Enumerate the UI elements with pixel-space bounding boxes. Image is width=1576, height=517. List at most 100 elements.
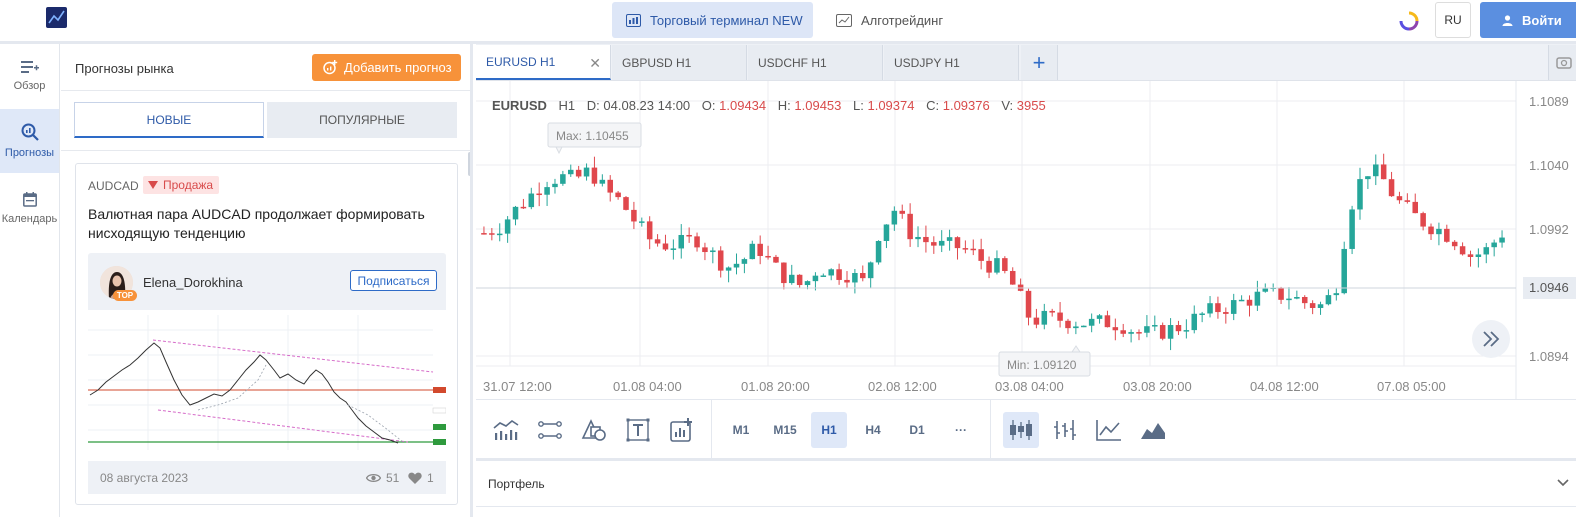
loading-spinner-icon: [1398, 10, 1420, 32]
candlestick-icon: [1010, 420, 1032, 440]
divider: [61, 150, 470, 151]
time-tick-label: 03.08 04:00: [995, 379, 1064, 394]
candle-body: [615, 192, 621, 198]
tab-usdchf[interactable]: USDCHF H1: [748, 45, 883, 80]
timeframe-d1[interactable]: D1: [899, 412, 935, 448]
candle-body: [1199, 313, 1205, 315]
tab-popular[interactable]: ПОПУЛЯРНЫЕ: [267, 102, 457, 138]
direction-badge: Продажа: [143, 176, 220, 194]
price-chart[interactable]: 1.1089 1.1040 1.0992 1.0894 31.07 12:00 01.08…: [476, 81, 1576, 399]
candle-body: [1175, 325, 1182, 332]
ohlc-bars-icon: [1054, 420, 1076, 440]
tab-new[interactable]: НОВЫЕ: [74, 102, 264, 138]
candle-body: [623, 197, 629, 210]
candle-body: [1467, 254, 1474, 257]
tab-gbpusd[interactable]: GBPUSD H1: [612, 45, 747, 80]
candle-body: [560, 174, 566, 184]
nav-calendar[interactable]: Календарь: [0, 178, 59, 238]
tab-usdjpy[interactable]: USDJPY H1: [884, 45, 1019, 80]
terminal-nav-label: Торговый терминал NEW: [650, 12, 803, 28]
shapes-tool-button[interactable]: [576, 412, 612, 448]
line-chart-button[interactable]: [1091, 412, 1127, 448]
candle-body: [1096, 315, 1103, 319]
candle-body: [883, 224, 890, 241]
top-bar: Торговый терминал NEW Алготрейдинг RU Во…: [0, 0, 1576, 42]
candle-body: [1278, 287, 1284, 300]
candle-body: [1459, 246, 1466, 255]
candle-body: [1136, 332, 1142, 334]
timeframe-m1[interactable]: M1: [723, 412, 759, 448]
forecast-card[interactable]: AUDCAD Продажа Валютная пара AUDCAD прод…: [75, 163, 458, 505]
logo[interactable]: [46, 7, 67, 28]
subscribe-button[interactable]: Подписаться: [350, 270, 437, 291]
scroll-to-latest-button[interactable]: [1472, 320, 1510, 358]
language-button[interactable]: RU: [1435, 2, 1471, 38]
candle-body: [678, 234, 685, 249]
candle-body: [1167, 325, 1174, 339]
candle-body: [915, 236, 921, 240]
line-tool-button[interactable]: [532, 412, 568, 448]
card-date: 08 августа 2023: [100, 471, 189, 485]
candles-chart-button[interactable]: [1003, 412, 1039, 448]
add-forecast-button[interactable]: Добавить прогноз: [312, 54, 461, 81]
candle-body: [1388, 179, 1395, 197]
portfolio-section[interactable]: Портфель: [476, 462, 1576, 507]
author-name[interactable]: Elena_Dorokhina: [143, 275, 243, 290]
forecast-chart-image[interactable]: [88, 310, 447, 462]
tab-usdjpy-label: USDJPY H1: [894, 55, 960, 70]
candle-body: [1088, 318, 1095, 326]
more-timeframes-button[interactable]: ···: [943, 412, 979, 448]
bars-chart-button[interactable]: [1047, 412, 1083, 448]
candle-body: [686, 234, 692, 237]
candle-body: [1104, 315, 1111, 328]
timeframe-h1[interactable]: H1: [811, 412, 847, 448]
close-icon[interactable]: ✕: [589, 55, 601, 72]
candle-body: [1230, 300, 1237, 314]
nav-overview-label: Обзор: [13, 80, 46, 92]
area-chart-button[interactable]: [1135, 412, 1171, 448]
ohlc-low-label: L:: [853, 98, 864, 113]
tab-eurusd[interactable]: EURUSD H1 ✕: [476, 45, 611, 80]
candle-body: [1286, 298, 1292, 301]
min-label: Min: 1.09120: [1007, 358, 1077, 372]
terminal-nav-button[interactable]: Торговый терминал NEW: [612, 2, 813, 38]
algotrading-nav-button[interactable]: Алготрейдинг: [836, 2, 943, 38]
candle-body: [1301, 296, 1308, 304]
candle-body: [1341, 248, 1347, 294]
candle-body: [631, 209, 637, 222]
left-nav: Обзор Прогнозы Календарь: [0, 44, 60, 517]
panel-scrollbar[interactable]: [468, 152, 470, 176]
timeframe-h4[interactable]: H4: [855, 412, 891, 448]
nav-forecasts[interactable]: Прогнозы: [0, 109, 59, 173]
plus-icon: +: [1032, 49, 1046, 75]
text-tool-button[interactable]: [620, 412, 656, 448]
candle-body: [1491, 242, 1497, 248]
tab-gbpusd-label: GBPUSD H1: [622, 55, 692, 70]
candle-body: [812, 275, 819, 282]
shapes-icon: [581, 419, 606, 441]
candle-body: [970, 248, 977, 251]
login-button[interactable]: Войти: [1480, 2, 1576, 38]
candle-body: [994, 258, 1000, 273]
candle-body: [662, 243, 669, 250]
indicators-button[interactable]: [488, 412, 524, 448]
screenshot-button[interactable]: [1548, 45, 1576, 80]
card-title[interactable]: Валютная пара AUDCAD продолжает формиров…: [88, 205, 438, 243]
divider: [990, 400, 991, 458]
price-tick-label: 1.0992: [1529, 222, 1569, 237]
candle-body: [1215, 303, 1221, 313]
candle-body: [765, 255, 771, 258]
timeframe-m15[interactable]: M15: [767, 412, 803, 448]
candle-body: [710, 250, 716, 253]
candle-body: [1483, 247, 1490, 255]
chevron-down-icon[interactable]: [1556, 476, 1570, 495]
add-indicator-button[interactable]: [664, 412, 700, 448]
add-forecast-icon: [323, 60, 338, 75]
nav-overview[interactable]: Обзор: [0, 46, 59, 106]
likes-button[interactable]: 1: [408, 471, 434, 485]
views-value: 51: [386, 471, 400, 485]
add-tab-button[interactable]: +: [1021, 45, 1058, 80]
divider: [61, 90, 470, 91]
candle-body: [938, 240, 945, 246]
forecast-search-icon: [21, 123, 39, 141]
